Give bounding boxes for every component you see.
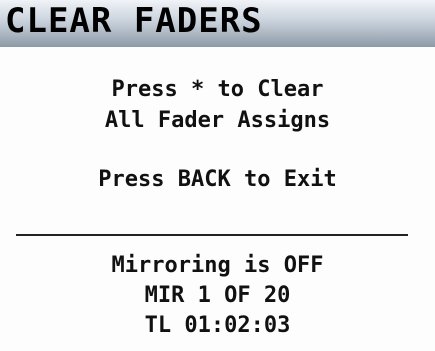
- divider: [16, 234, 408, 236]
- title-bar: CLEAR FADERS: [0, 0, 435, 47]
- instruction-exit: Press BACK to Exit: [98, 167, 337, 192]
- instruction-assigns: All Fader Assigns: [104, 108, 331, 133]
- clear-faders-screen: CLEAR FADERS Press * to Clear All Fader …: [0, 0, 435, 351]
- instruction-clear: Press * to Clear: [111, 77, 324, 102]
- timecode-readout: TL 01:02:03: [144, 313, 291, 338]
- page-title: CLEAR FADERS: [5, 1, 263, 41]
- mir-counter: MIR 1 OF 20: [144, 283, 291, 308]
- mirroring-status: Mirroring is OFF: [111, 253, 324, 278]
